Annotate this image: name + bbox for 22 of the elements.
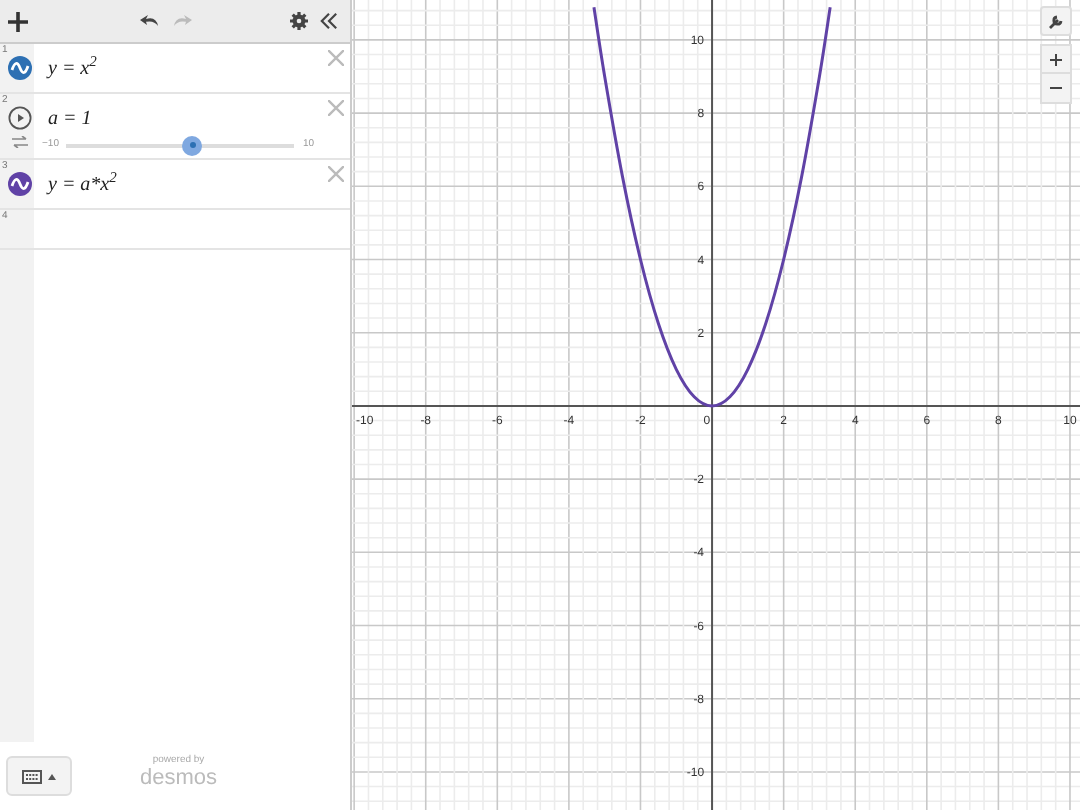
undo-icon[interactable] (140, 14, 160, 28)
expression-text[interactable]: y = a*x$^{2}$ (48, 174, 314, 198)
keyboard-icon (22, 769, 42, 783)
desmos-logo-text: desmos (140, 766, 218, 790)
zoom-in-button[interactable] (1040, 44, 1072, 74)
expression-text[interactable]: y = x$^{2}$ (48, 58, 314, 82)
collapse-icon[interactable] (320, 12, 338, 30)
plus-icon (1050, 53, 1062, 65)
keyboard-button[interactable] (6, 756, 72, 796)
slider-thumb[interactable] (182, 135, 203, 156)
expression-text[interactable]: a = 1 (48, 108, 314, 132)
minus-icon (1050, 86, 1062, 90)
zoom-out-button[interactable] (1040, 74, 1072, 104)
swap-icon[interactable] (11, 136, 27, 148)
add-icon[interactable] (8, 11, 28, 31)
caret-icon (48, 773, 56, 779)
settings-icon[interactable] (290, 12, 308, 30)
wave-icon[interactable] (7, 172, 31, 196)
wrench-icon (1048, 13, 1064, 29)
settings-wrench-button[interactable] (1040, 6, 1072, 36)
wave-icon[interactable] (7, 56, 31, 80)
play-icon[interactable] (7, 106, 31, 130)
